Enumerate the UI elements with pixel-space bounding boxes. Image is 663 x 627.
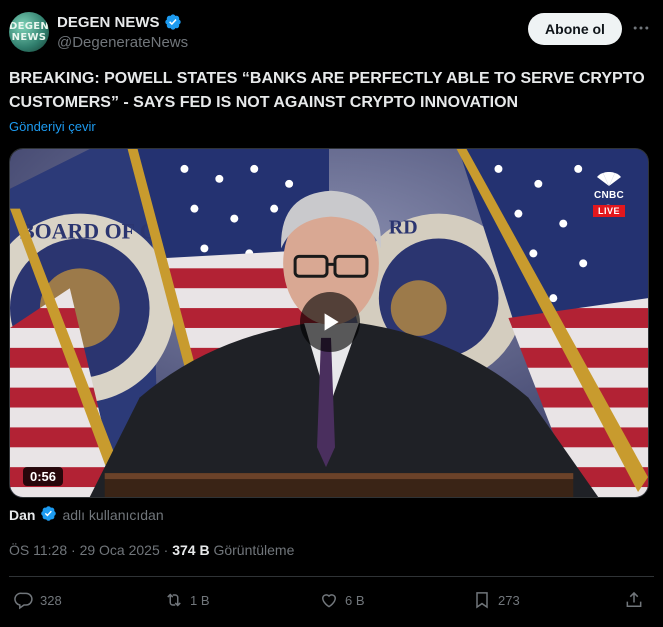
reply-button[interactable]: 328 — [14, 590, 62, 610]
avatar[interactable]: DEGEN NEWS — [9, 12, 49, 52]
follow-button[interactable]: Abone ol — [528, 13, 622, 45]
play-button[interactable] — [300, 292, 360, 352]
repost-count: 1 B — [190, 592, 210, 608]
tweet-text: BREAKING: POWELL STATES “BANKS ARE PERFE… — [9, 70, 645, 111]
cnbc-logo: CNBC LIVE — [589, 171, 629, 219]
reply-icon — [14, 592, 33, 610]
heart-icon — [321, 594, 337, 608]
tweet-meta: ÖS 11:28 · 29 Oca 2025 · 374 B Görüntüle… — [9, 542, 294, 558]
share-button[interactable] — [624, 590, 644, 610]
avatar-text: DEGEN NEWS — [9, 21, 49, 43]
tweet-time[interactable]: ÖS 11:28 — [9, 542, 67, 558]
live-badge: LIVE — [592, 205, 625, 217]
more-horizontal-icon[interactable] — [631, 18, 651, 38]
source-suffix: adlı kullanıcıdan — [62, 507, 164, 523]
translate-post-link[interactable]: Gönderiyi çevir — [9, 119, 96, 134]
views-label: Görüntüleme — [213, 542, 295, 558]
tweet-date[interactable]: 29 Oca 2025 — [80, 542, 160, 558]
verified-badge-icon — [40, 505, 57, 525]
like-button[interactable]: 6 B — [319, 590, 365, 610]
repost-button[interactable]: 1 B — [164, 590, 210, 610]
views-count: 374 B — [172, 542, 210, 558]
play-icon — [324, 313, 339, 331]
meta-separator: · — [67, 542, 80, 558]
verified-badge-icon — [164, 13, 182, 31]
account-name[interactable]: DEGEN NEWS — [57, 14, 160, 31]
bookmark-icon — [476, 592, 488, 609]
reply-count: 328 — [40, 592, 62, 608]
account-handle[interactable]: @DegenerateNews — [57, 34, 188, 51]
video-source-attribution: Dan adlı kullanıcıdan — [9, 505, 164, 525]
meta-separator: · — [159, 542, 173, 558]
like-count: 6 B — [345, 592, 365, 608]
repost-icon — [167, 593, 181, 607]
channel-logo-text: CNBC — [593, 190, 625, 201]
seal-text-right: RD — [389, 217, 418, 239]
peacock-icon — [597, 171, 621, 186]
tweet-header: DEGEN NEWS DEGEN NEWS @DegenerateNews Ab… — [9, 12, 651, 54]
divider — [9, 576, 654, 577]
video-player[interactable]: BOARD OF GOVERNORS RD — [9, 148, 649, 498]
account-name-row: DEGEN NEWS — [57, 13, 182, 31]
share-icon — [626, 591, 642, 607]
bookmark-button[interactable]: 273 — [472, 590, 520, 610]
video-duration: 0:56 — [23, 467, 64, 486]
source-account-name[interactable]: Dan — [9, 507, 35, 523]
action-bar: 328 1 B 6 B 273 — [14, 590, 649, 612]
bookmark-count: 273 — [498, 592, 520, 608]
